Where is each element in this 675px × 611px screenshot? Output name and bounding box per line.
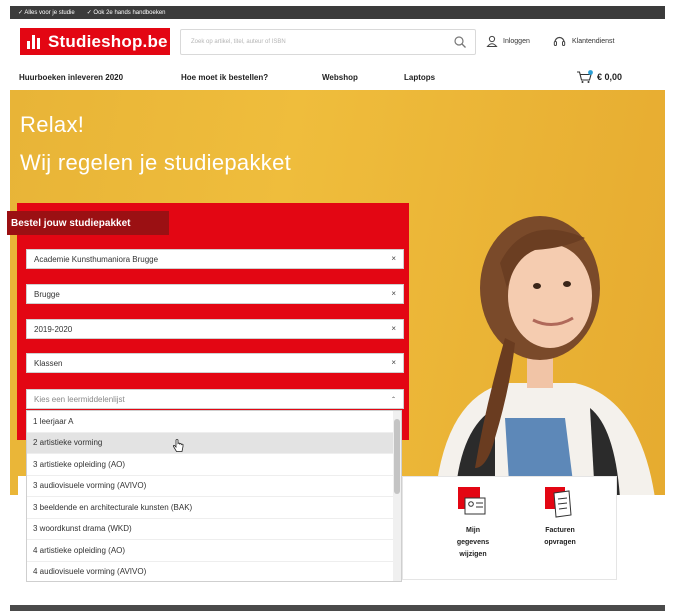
cart-total: € 0,00 [597, 72, 623, 82]
search-input[interactable]: Zoek op artikel, titel, auteur of ISBN [180, 29, 476, 55]
list-item[interactable]: 3 audiovisuele vorming (AVIVO) [27, 476, 401, 497]
class-value: Klassen [34, 358, 63, 368]
invoice-icon [545, 487, 572, 518]
search-placeholder: Zoek op artikel, titel, auteur of ISBN [191, 39, 286, 45]
clear-icon[interactable]: × [391, 324, 396, 333]
nav-item-laptops[interactable]: Laptops [404, 73, 435, 82]
city-value: Brugge [34, 289, 60, 299]
user-icon [486, 35, 498, 47]
year-value: 2019-2020 [34, 324, 73, 334]
list-item[interactable]: 3 artistieke opleiding (AO) [27, 454, 401, 476]
clear-icon[interactable]: × [391, 358, 396, 367]
invoices-tile-line2: opvragen [544, 539, 576, 546]
city-select[interactable]: Brugge × [26, 284, 404, 304]
search-icon[interactable] [453, 35, 467, 49]
studieshop-logo[interactable]: Studieshop.be [20, 28, 170, 55]
clear-icon[interactable]: × [391, 289, 396, 298]
class-select[interactable]: Klassen × [26, 353, 404, 373]
hand-cursor-icon [172, 439, 184, 452]
service-tiles: Mijn gegevens wijzigen Facturen opvragen [402, 476, 617, 580]
chevron-up-icon[interactable]: ⌃ [391, 396, 396, 403]
list-placeholder: Kies een leermiddelenlijst [34, 394, 125, 404]
login-label: Inloggen [503, 37, 530, 45]
clear-icon[interactable]: × [391, 254, 396, 263]
list-search-input[interactable]: Kies een leermiddelenlijst ⌃ [26, 389, 404, 409]
list-item[interactable]: 4 audiovisuele vorming (AVIVO) [27, 562, 401, 582]
nav-item-hoe-bestellen[interactable]: Hoe moet ik bestellen? [181, 73, 268, 82]
usp-bar: ✓ Alles voor je studie ✓ Ook 2e hands ha… [10, 6, 665, 19]
profile-tile-line1: Mijn [466, 527, 480, 534]
invoices-tile-line1: Facturen [545, 527, 575, 534]
service-label: Klantendienst [572, 38, 615, 45]
list-item[interactable]: 2 artistieke vorming [27, 432, 401, 454]
profile-tile-line3: wijzigen [459, 551, 487, 558]
cart-icon [577, 70, 593, 83]
footer-strip [10, 605, 665, 611]
order-panel-title: Bestel jouw studiepakket [7, 211, 169, 235]
usp-item: ✓ Ook 2e hands handboeken [86, 10, 166, 16]
id-card-icon [458, 487, 486, 515]
login-link[interactable]: Inloggen [486, 35, 530, 47]
list-item[interactable]: 4 artistieke opleiding (AO) [27, 540, 401, 562]
hero-subheading: Wij regelen je studiepakket [20, 150, 292, 175]
cart-button[interactable]: € 0,00 [576, 70, 622, 84]
logo-bars-icon [27, 34, 41, 49]
site-header: Studieshop.be Zoek op artikel, titel, au… [10, 19, 665, 65]
student-photo [435, 216, 655, 495]
usp-item: ✓ Alles voor je studie [18, 10, 75, 16]
nav-item-webshop[interactable]: Webshop [322, 73, 358, 82]
list-item[interactable]: 3 beeldende en architecturale kunsten (B… [27, 497, 401, 519]
profile-tile-line2: gegevens [456, 539, 490, 546]
dropdown-scrollbar[interactable] [393, 411, 401, 581]
nav-item-huurboeken[interactable]: Huurboeken inleveren 2020 [19, 73, 123, 82]
school-select[interactable]: Academie Kunsthumaniora Brugge × [26, 249, 404, 269]
year-select[interactable]: 2019-2020 × [26, 319, 404, 339]
customer-service-link[interactable]: Klantendienst [553, 35, 614, 48]
school-value: Academie Kunsthumaniora Brugge [34, 254, 159, 264]
list-dropdown[interactable]: 1 leerjaar A 2 artistieke vorming 3 arti… [26, 410, 402, 582]
scrollbar-thumb[interactable] [394, 419, 400, 494]
headset-icon [553, 36, 566, 46]
list-item[interactable]: 1 leerjaar A [27, 411, 401, 433]
hero-heading: Relax! [20, 112, 85, 137]
list-item[interactable]: 3 woordkunst drama (WKD) [27, 519, 401, 540]
main-nav: Huurboeken inleveren 2020 Hoe moet ik be… [10, 65, 665, 90]
logo-text: Studieshop.be [48, 31, 168, 51]
